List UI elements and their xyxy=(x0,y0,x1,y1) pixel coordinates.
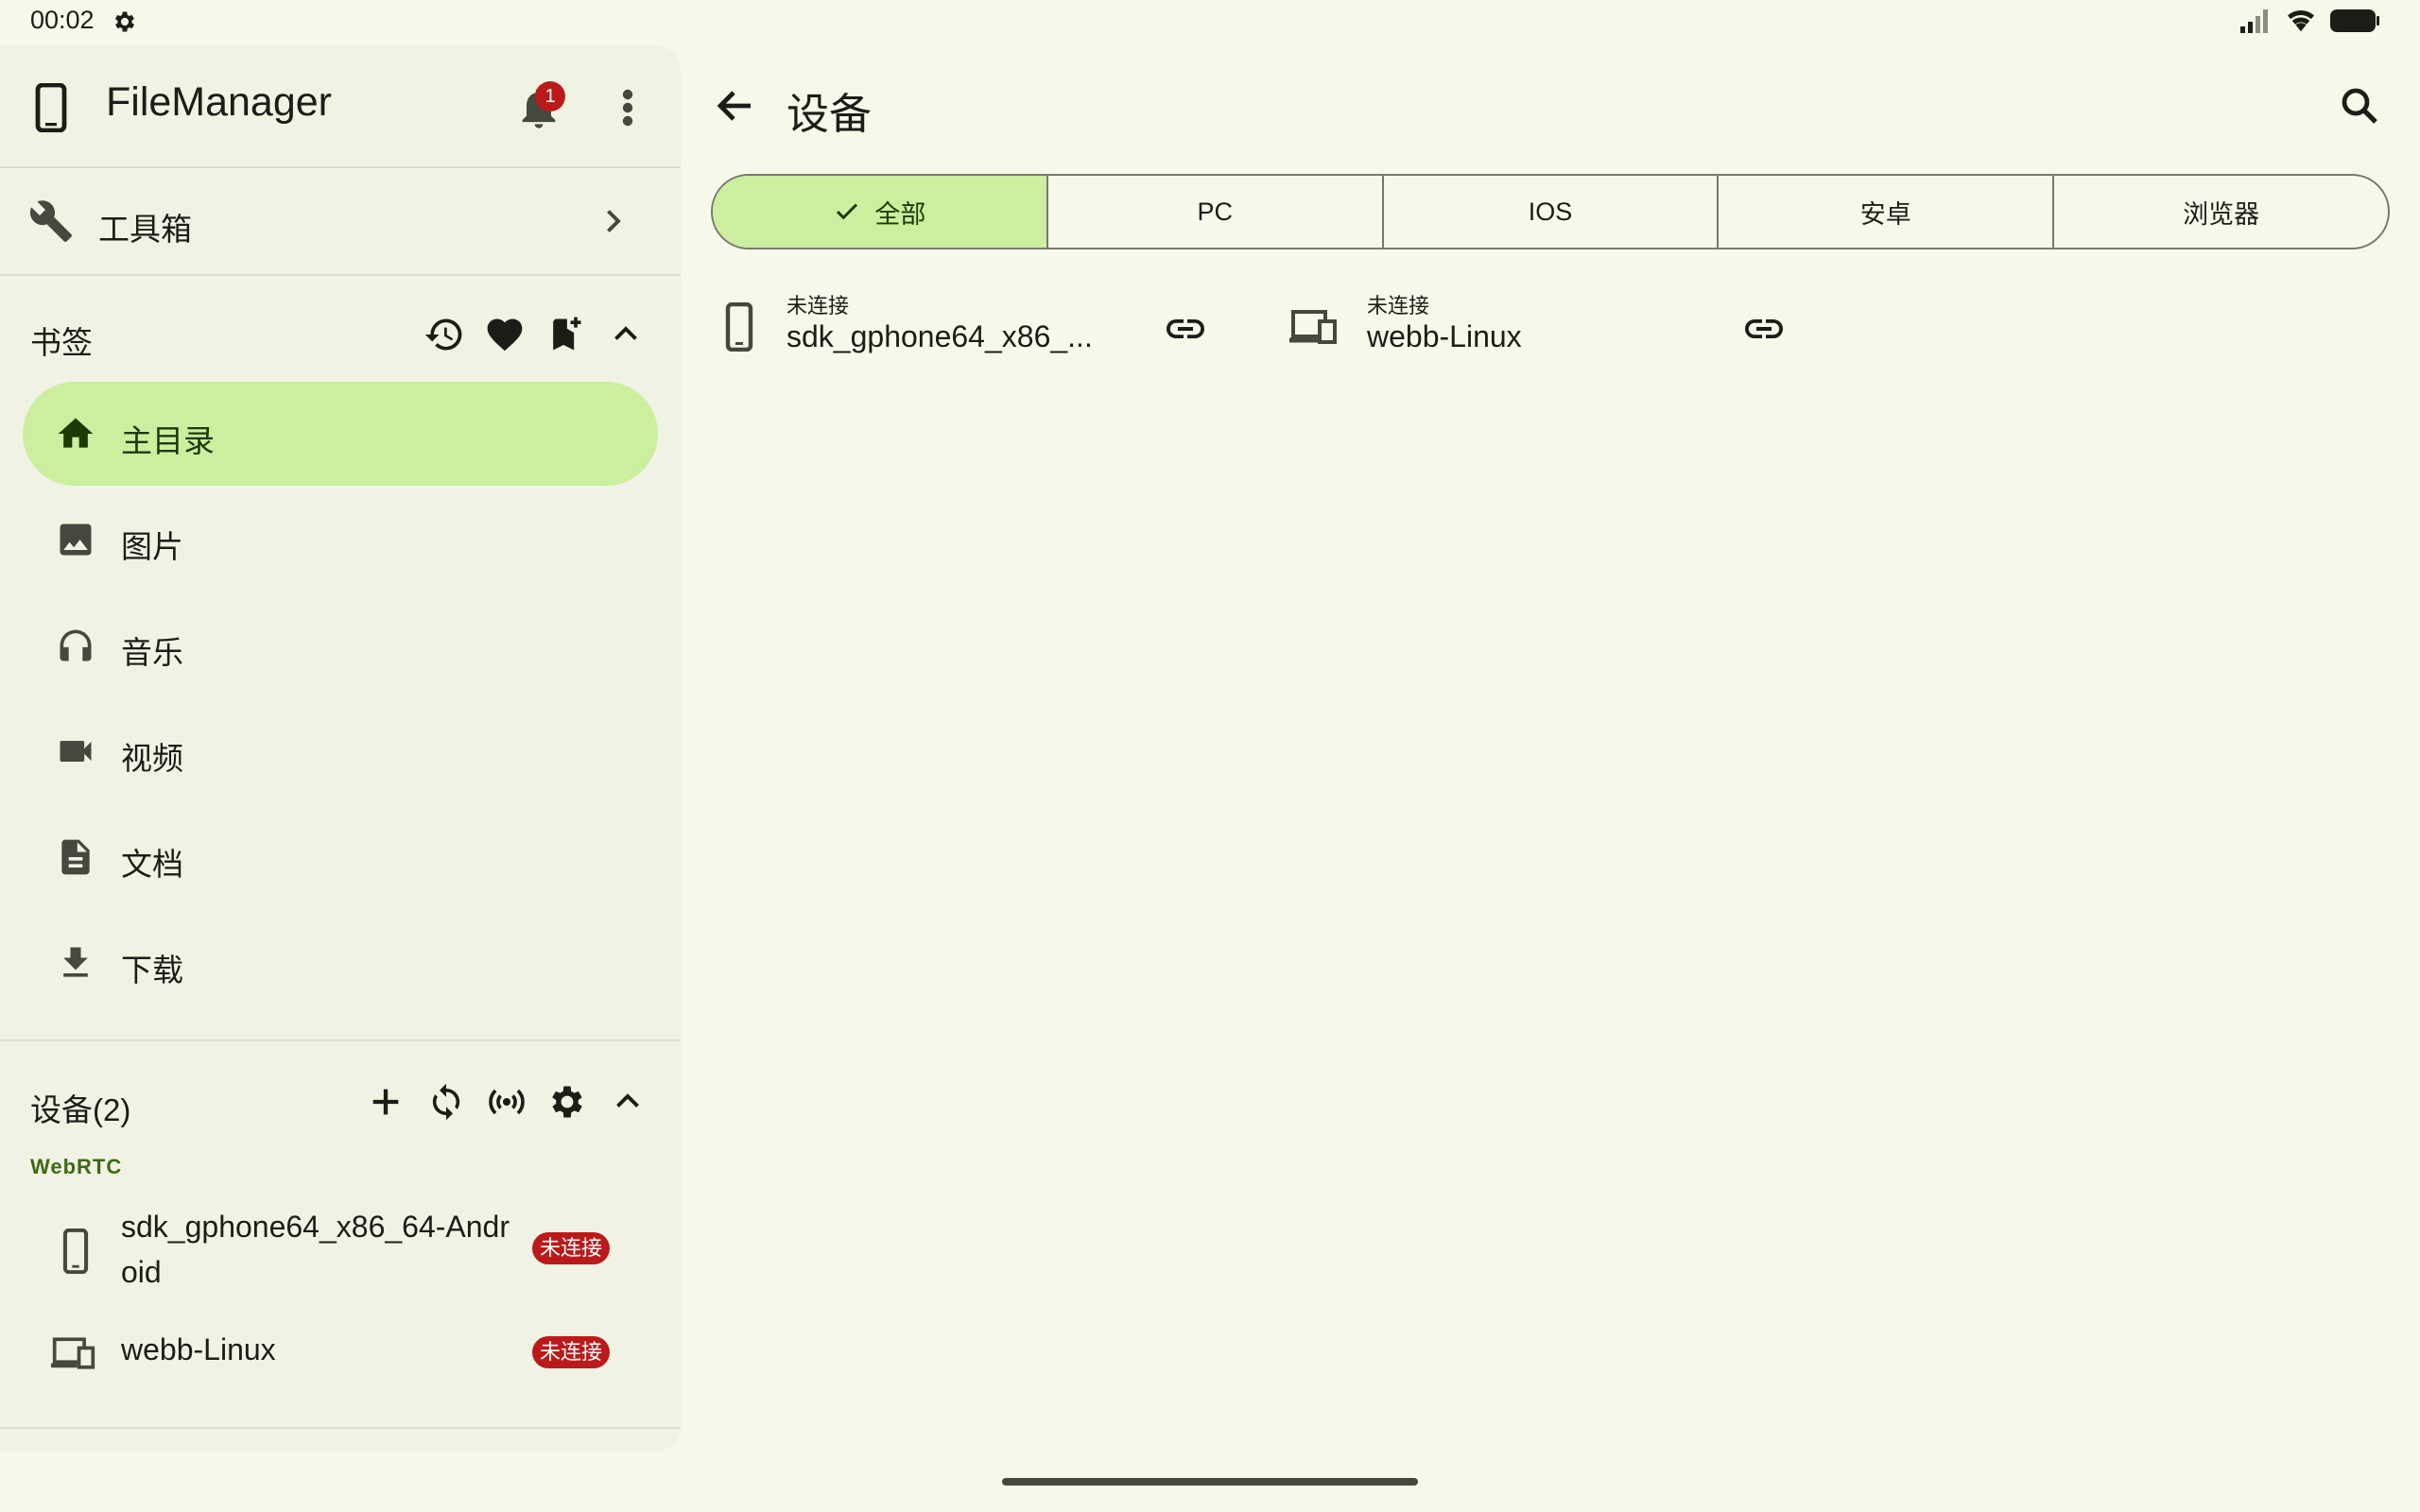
bookmark-label: 音乐 xyxy=(121,635,183,670)
status-bar: 00:02 xyxy=(0,0,2420,45)
wrench-icon xyxy=(29,200,72,242)
toolbox-label: 工具箱 xyxy=(98,212,192,247)
bookmark-home[interactable]: 主目录 xyxy=(23,382,658,486)
search-icon[interactable] xyxy=(2337,83,2382,129)
chevron-up-icon[interactable] xyxy=(603,312,648,357)
filter-label: PC xyxy=(1197,197,1233,226)
drawer-header: FileManager 1 xyxy=(0,45,681,166)
filter-android[interactable]: 安卓 xyxy=(1717,176,2052,248)
filter-label: 全部 xyxy=(874,199,926,229)
bookmark-label: 文档 xyxy=(121,847,183,882)
bookmark-documents[interactable]: 文档 xyxy=(23,805,658,909)
add-icon[interactable] xyxy=(363,1079,408,1125)
bookmark-add-icon[interactable] xyxy=(543,312,588,357)
phone-icon xyxy=(35,83,67,132)
drawer-device-item[interactable]: webb-Linux 未连接 xyxy=(0,1306,681,1400)
bookmarks-actions xyxy=(422,312,648,357)
bookmark-label: 主目录 xyxy=(121,423,215,458)
bookmark-downloads[interactable]: 下载 xyxy=(23,911,658,1015)
device-group-label: WebRTC xyxy=(30,1155,123,1178)
notification-badge: 1 xyxy=(535,81,565,112)
divider xyxy=(0,1427,681,1429)
wifi-icon xyxy=(2288,10,2314,32)
device-card[interactable]: 未连接 sdk_gphone64_x86_... xyxy=(717,284,1227,369)
filter-all[interactable]: 全部 xyxy=(713,176,1046,248)
status-badge: 未连接 xyxy=(532,1232,611,1264)
filter-label: IOS xyxy=(1528,197,1573,226)
broadcast-icon[interactable] xyxy=(484,1079,529,1125)
signal-icon xyxy=(2240,9,2268,33)
home-indicator[interactable] xyxy=(1002,1478,1418,1486)
videocam-icon xyxy=(60,741,92,762)
status-badge: 未连接 xyxy=(532,1336,611,1368)
filter-browser[interactable]: 浏览器 xyxy=(2052,176,2388,248)
devices-actions xyxy=(363,1079,650,1125)
phone-icon xyxy=(62,1228,89,1274)
home-icon xyxy=(58,418,94,448)
filter-pc[interactable]: PC xyxy=(1046,176,1382,248)
history-icon[interactable] xyxy=(422,312,467,357)
filter-label: 安卓 xyxy=(1859,199,1911,229)
devices-title: 设备(2) xyxy=(30,1092,131,1127)
settings-icon xyxy=(114,11,135,32)
bookmark-music[interactable]: 音乐 xyxy=(23,593,658,697)
bookmark-images[interactable]: 图片 xyxy=(23,488,658,592)
top-app-bar: 设备 xyxy=(681,45,2420,166)
phone-icon xyxy=(725,302,753,352)
device-name: webb-Linux xyxy=(1367,319,1522,353)
device-name: sdk_gphone64_x86_... xyxy=(786,319,1093,353)
headphones-icon xyxy=(60,629,92,662)
bookmark-label: 图片 xyxy=(121,529,183,564)
bookmark-label: 下载 xyxy=(121,953,183,988)
app-title: FileManager xyxy=(106,79,332,125)
device-status: 未连接 xyxy=(1367,294,1430,318)
device-filter-segmented: 全部 PC IOS 安卓 浏览器 xyxy=(711,174,2390,249)
image-icon xyxy=(60,524,92,556)
download-icon xyxy=(63,947,88,977)
device-name: sdk_gphone64_x86_64-Android xyxy=(121,1210,510,1289)
more-vert-icon[interactable] xyxy=(613,83,643,132)
settings-icon[interactable] xyxy=(544,1079,590,1125)
device-name: webb-Linux xyxy=(121,1332,276,1366)
page-title: 设备 xyxy=(786,90,873,138)
bookmark-label: 视频 xyxy=(121,741,183,776)
chevron-right-icon xyxy=(607,210,621,232)
document-icon xyxy=(61,839,90,875)
arrow-back-icon[interactable] xyxy=(713,83,758,129)
navigation-drawer: FileManager 1 工具箱 书签 主目录 图片 音乐 视频 文档 下载 … xyxy=(0,45,681,1452)
filter-label: 浏览器 xyxy=(2183,199,2260,229)
filter-ios[interactable]: IOS xyxy=(1381,176,1718,248)
bookmark-videos[interactable]: 视频 xyxy=(23,699,658,803)
devices-icon xyxy=(51,1337,95,1369)
link-icon[interactable] xyxy=(1163,306,1208,352)
toolbox-item[interactable]: 工具箱 xyxy=(0,168,681,274)
divider xyxy=(0,274,681,276)
drawer-device-item[interactable]: sdk_gphone64_x86_64-Android 未连接 xyxy=(0,1196,681,1304)
bookmarks-title: 书签 xyxy=(30,325,93,360)
sync-icon[interactable] xyxy=(424,1079,469,1125)
device-card[interactable]: 未连接 webb-Linux xyxy=(1289,284,1800,369)
link-icon[interactable] xyxy=(1741,306,1787,352)
device-status: 未连接 xyxy=(786,294,850,318)
chevron-up-icon[interactable] xyxy=(605,1079,650,1125)
battery-icon xyxy=(2330,9,2379,32)
status-time: 00:02 xyxy=(30,6,95,34)
divider xyxy=(0,1040,681,1041)
devices-icon xyxy=(1289,310,1337,344)
favorite-icon[interactable] xyxy=(482,312,527,357)
check-icon xyxy=(837,203,858,220)
